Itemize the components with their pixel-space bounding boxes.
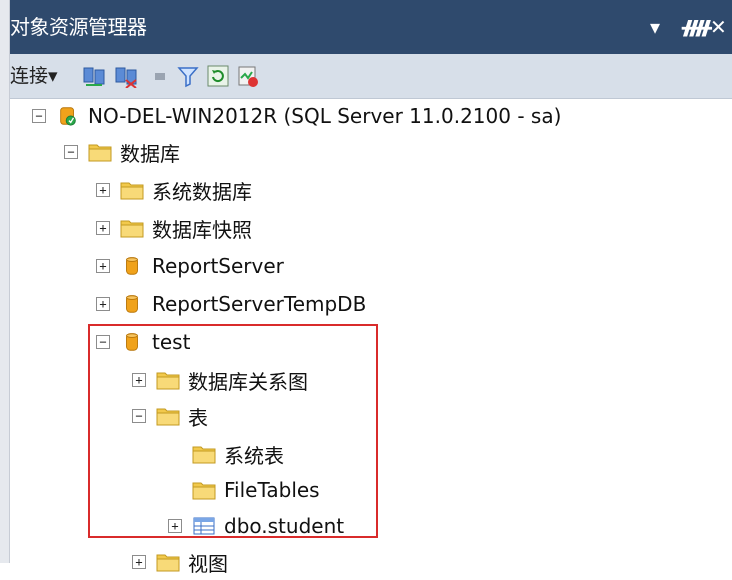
tree-node-reportservertempdb[interactable]: + ReportServerTempDB [96,286,366,322]
tree-node-server[interactable]: − NO-DEL-WIN2012R (SQL Server 11.0.2100 … [32,98,561,134]
database-icon [126,295,138,313]
disconnect-icon[interactable] [114,64,138,88]
expand-icon[interactable]: + [96,297,110,311]
refresh-icon[interactable] [206,64,230,88]
folder-icon [156,554,180,572]
expand-icon[interactable]: + [96,183,110,197]
object-explorer-panel: 对象资源管理器 ▾ ᚎ ✕ 连接▾ − NO-DEL-WIN2012R (SQL… [0,0,732,576]
stop-icon[interactable] [148,64,172,88]
server-icon [60,107,76,126]
activity-monitor-icon[interactable] [236,64,260,88]
views-label: 视图 [188,551,228,576]
close-icon[interactable]: ✕ [710,12,727,42]
folder-icon [120,220,144,238]
connect-object-explorer-icon[interactable] [82,64,106,88]
tree-node-db-snapshots[interactable]: + 数据库快照 [96,210,252,246]
panel-left-border [0,0,10,563]
databases-label: 数据库 [120,141,180,166]
reportservertempdb-label: ReportServerTempDB [152,292,367,316]
tree-node-reportserver[interactable]: + ReportServer [96,248,284,284]
collapse-icon[interactable]: − [32,109,46,123]
filter-icon[interactable] [176,64,200,88]
folder-icon [120,182,144,200]
connect-button[interactable]: 连接▾ [10,62,58,90]
expand-icon[interactable]: + [132,555,146,569]
db-snapshots-label: 数据库快照 [152,217,252,242]
panel-title: 对象资源管理器 [10,15,147,39]
expand-icon[interactable]: + [96,221,110,235]
server-label: NO-DEL-WIN2012R (SQL Server 11.0.2100 - … [88,104,562,128]
pin-icon[interactable]: ᚎ [682,12,712,42]
tree-node-databases[interactable]: − 数据库 [64,134,180,170]
database-icon [126,257,138,275]
tree-node-system-databases[interactable]: + 系统数据库 [96,172,252,208]
dropdown-icon[interactable]: ▾ [650,12,660,42]
expand-icon[interactable]: + [96,259,110,273]
reportserver-label: ReportServer [152,254,284,278]
panel-titlebar: 对象资源管理器 ▾ ᚎ ✕ [10,0,732,54]
collapse-icon[interactable]: − [64,145,78,159]
system-databases-label: 系统数据库 [152,179,252,204]
toolbar: 连接▾ [10,54,732,99]
folder-icon [88,144,112,162]
tree-node-views[interactable]: + 视图 [132,544,228,580]
red-highlight-box [88,324,378,538]
